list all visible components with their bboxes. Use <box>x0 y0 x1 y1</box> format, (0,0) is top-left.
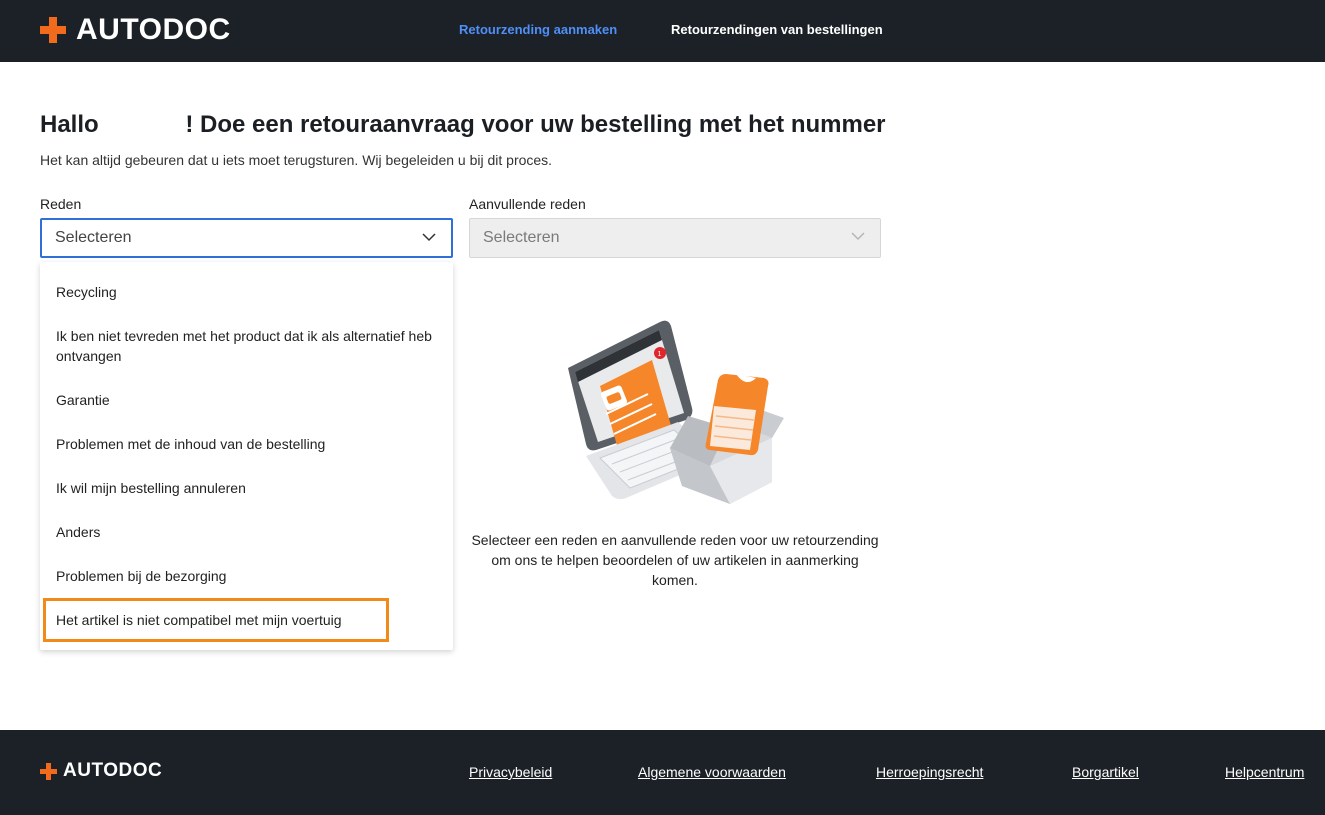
page-title: Hallo ! Doe een retouraanvraag voor uw b… <box>40 111 886 138</box>
option-unsatisfied-alternative[interactable]: Ik ben niet tevreden met het product dat… <box>56 326 441 366</box>
logo-wordmark: AUTODOC <box>76 13 231 46</box>
additional-reason-select-value: Selecteren <box>483 229 560 246</box>
footer-link-helpcenter[interactable]: Helpcentrum <box>1225 764 1304 780</box>
footer-link-withdrawal[interactable]: Herroepingsrecht <box>876 764 983 780</box>
autodoc-logo[interactable]: AUTODOC <box>40 13 231 46</box>
plus-logo-icon <box>40 762 57 780</box>
additional-reason-select[interactable]: Selecteren <box>469 218 881 258</box>
nav-create-return[interactable]: Retourzending aanmaken <box>459 22 617 37</box>
reason-select[interactable]: Selecteren <box>40 218 453 258</box>
option-cancel-order[interactable]: Ik wil mijn bestelling annuleren <box>56 478 441 498</box>
footer-logo-wordmark: AUTODOC <box>63 760 163 781</box>
option-recycling[interactable]: Recycling <box>56 282 441 302</box>
page-subtitle: Het kan altijd gebeuren dat u iets moet … <box>40 152 553 168</box>
plus-logo-icon <box>40 17 66 43</box>
reason-label: Reden <box>40 196 82 212</box>
nav-order-returns[interactable]: Retourzendingen van bestellingen <box>671 22 883 37</box>
chevron-down-icon <box>851 232 865 241</box>
reason-select-value: Selecteren <box>55 229 132 246</box>
footer-link-privacy[interactable]: Privacybeleid <box>469 764 552 780</box>
footer-link-deposit[interactable]: Borgartikel <box>1072 764 1139 780</box>
footer-link-terms[interactable]: Algemene voorwaarden <box>638 764 786 780</box>
footer: AUTODOC Privacybeleid Algemene voorwaard… <box>0 730 1325 815</box>
notification-badge: 1 <box>658 351 662 358</box>
laptop-and-parcel-illustration: 1 <box>568 320 784 504</box>
top-navigation-bar: AUTODOC Retourzending aanmaken Retourzen… <box>0 0 1325 62</box>
option-delivery-problems[interactable]: Problemen bij de bezorging <box>56 566 441 586</box>
option-order-content-problems[interactable]: Problemen met de inhoud van de bestellin… <box>56 434 441 454</box>
reason-dropdown-list: Recycling Ik ben niet tevreden met het p… <box>40 262 453 650</box>
option-not-compatible-vehicle[interactable]: Het artikel is niet compatibel met mijn … <box>56 610 441 630</box>
option-warranty[interactable]: Garantie <box>56 390 441 410</box>
additional-reason-label: Aanvullende reden <box>469 196 586 212</box>
chevron-down-icon <box>422 233 436 242</box>
footer-autodoc-logo[interactable]: AUTODOC <box>40 760 162 782</box>
option-other[interactable]: Anders <box>56 522 441 542</box>
empty-state-message: Selecteer een reden en aanvullende reden… <box>471 532 879 588</box>
